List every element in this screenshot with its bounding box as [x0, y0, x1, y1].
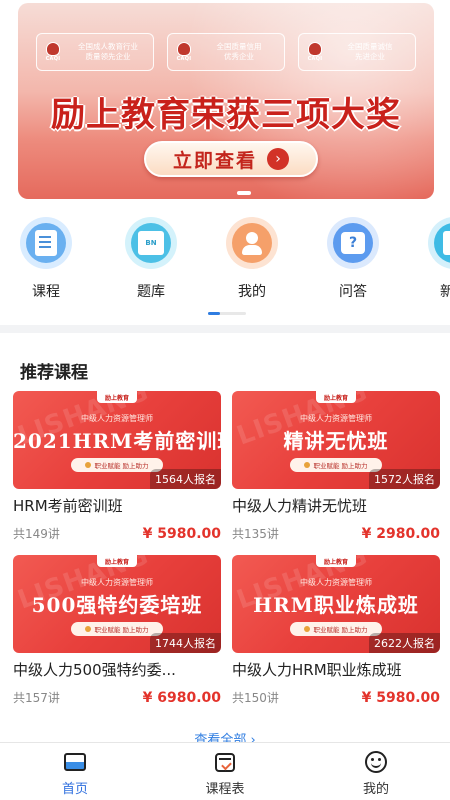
view-now-label: 立即查看: [172, 149, 257, 172]
course-price: ¥ 6980.00: [142, 689, 221, 706]
enrolled-count: 1572人报名: [369, 469, 440, 489]
enrolled-count: 2622人报名: [369, 633, 440, 653]
thumb-subtitle: 中级人力资源管理师: [300, 414, 372, 423]
enrolled-count: 1564人报名: [150, 469, 221, 489]
arrow-right-icon: ›: [267, 148, 289, 170]
view-now-button[interactable]: 立即查看 ›: [144, 141, 318, 177]
lesson-count: 共150讲: [232, 691, 279, 705]
question-bank-icon: BN: [125, 217, 177, 269]
enrolled-count: 1744人报名: [150, 633, 221, 653]
category-course[interactable]: 课程: [16, 217, 76, 301]
category-scroll-indicator: [208, 312, 246, 315]
course-thumbnail: LISHANG 励上教育 中级人力资源管理师 500强特约委培班 职业赋能 励上…: [13, 555, 221, 653]
brand-logo: 励上教育: [316, 391, 356, 403]
caqi-logo-icon: CAQI: [173, 39, 195, 65]
course-card[interactable]: LISHANG 励上教育 中级人力资源管理师 500强特约委培班 职业赋能 励上…: [13, 555, 221, 706]
lesson-count: 共149讲: [13, 527, 60, 541]
brand-logo: 励上教育: [316, 555, 356, 567]
thumb-slogan: 职业赋能 励上助力: [290, 458, 382, 472]
category-label: 我的: [238, 284, 266, 300]
category-label: 题库: [137, 284, 165, 300]
thumb-subtitle: 中级人力资源管理师: [300, 578, 372, 587]
news-icon: [428, 217, 450, 269]
home-icon: [63, 751, 87, 773]
category-label: 课程: [32, 284, 60, 300]
caqi-logo-icon: CAQI: [304, 39, 326, 65]
category-label: 新闻: [440, 284, 450, 300]
category-qa[interactable]: ? 问答: [323, 217, 383, 301]
category-question-bank[interactable]: BN 题库: [121, 217, 181, 301]
course-icon: [20, 217, 72, 269]
schedule-icon: [213, 751, 237, 773]
brand-logo: 励上教育: [97, 391, 137, 403]
thumb-subtitle: 中级人力资源管理师: [81, 578, 153, 587]
tab-home[interactable]: 首页: [35, 751, 115, 797]
category-mine[interactable]: 我的: [222, 217, 282, 301]
award-text: 全国质量诚信 先进企业: [347, 42, 393, 61]
brand-logo: 励上教育: [97, 555, 137, 567]
award-badge: CAQI 全国质量信用 优秀企业: [167, 33, 285, 71]
course-card[interactable]: LISHANG 励上教育 中级人力资源管理师 HRM职业炼成班 职业赋能 励上助…: [232, 555, 440, 706]
thumb-title: 500强特约委培班: [31, 593, 203, 617]
course-name: 中级人力500强特约委...: [13, 661, 176, 679]
tab-label: 我的: [362, 782, 389, 797]
thumb-title: 精讲无忧班: [283, 429, 389, 453]
category-row: 课程 BN 题库 我的 ? 问答 新闻: [0, 205, 450, 325]
award-badges: CAQI 全国成人教育行业 质量领先企业 CAQI 全国质量信用 优秀企业 CA…: [36, 33, 416, 71]
qa-icon: ?: [327, 217, 379, 269]
award-badge: CAQI 全国成人教育行业 质量领先企业: [36, 33, 154, 71]
course-card[interactable]: LISHANG 励上教育 中级人力资源管理师 2021HRM考前密训班 职业赋能…: [13, 391, 221, 542]
award-text: 全国成人教育行业 质量领先企业: [78, 42, 138, 61]
smile-icon: [364, 751, 388, 773]
course-name: 中级人力HRM职业炼成班: [232, 661, 402, 679]
user-icon: [226, 217, 278, 269]
award-text: 全国质量信用 优秀企业: [216, 42, 262, 61]
course-thumbnail: LISHANG 励上教育 中级人力资源管理师 HRM职业炼成班 职业赋能 励上助…: [232, 555, 440, 653]
thumb-slogan: 职业赋能 励上助力: [71, 622, 163, 636]
tab-schedule[interactable]: 课程表: [185, 751, 265, 797]
bottom-tab-bar: 首页 课程表 我的: [0, 742, 450, 800]
course-card[interactable]: LISHANG 励上教育 中级人力资源管理师 精讲无忧班 职业赋能 励上助力 1…: [232, 391, 440, 542]
lesson-count: 共135讲: [232, 527, 279, 541]
thumb-slogan: 职业赋能 励上助力: [290, 622, 382, 636]
banner-area: CAQI 全国成人教育行业 质量领先企业 CAQI 全国质量信用 优秀企业 CA…: [0, 0, 450, 205]
promo-banner[interactable]: CAQI 全国成人教育行业 质量领先企业 CAQI 全国质量信用 优秀企业 CA…: [18, 3, 434, 199]
lesson-count: 共157讲: [13, 691, 60, 705]
thumb-subtitle: 中级人力资源管理师: [81, 414, 153, 423]
thumb-slogan: 职业赋能 励上助力: [71, 458, 163, 472]
course-thumbnail: LISHANG 励上教育 中级人力资源管理师 2021HRM考前密训班 职业赋能…: [13, 391, 221, 489]
tab-label: 首页: [61, 782, 88, 797]
course-name: 中级人力精讲无忧班: [232, 497, 368, 515]
course-name: HRM考前密训班: [13, 497, 123, 515]
tab-label: 课程表: [205, 782, 245, 797]
course-price: ¥ 5980.00: [142, 525, 221, 542]
category-news[interactable]: 新闻: [424, 217, 450, 301]
thumb-title: HRM职业炼成班: [253, 593, 419, 617]
course-thumbnail: LISHANG 励上教育 中级人力资源管理师 精讲无忧班 职业赋能 励上助力 1…: [232, 391, 440, 489]
section-divider: [0, 325, 450, 333]
category-label: 问答: [339, 284, 367, 300]
course-price: ¥ 2980.00: [361, 525, 440, 542]
course-price: ¥ 5980.00: [361, 689, 440, 706]
recommend-section-title: 推荐课程: [20, 363, 88, 383]
thumb-title: 2021HRM考前密训班: [13, 429, 221, 453]
tab-mine[interactable]: 我的: [336, 751, 416, 797]
banner-title: 励上教育荣获三项大奖: [51, 95, 401, 135]
caqi-logo-icon: CAQI: [42, 39, 64, 65]
award-badge: CAQI 全国质量诚信 先进企业: [298, 33, 416, 71]
app-page: CAQI 全国成人教育行业 质量领先企业 CAQI 全国质量信用 优秀企业 CA…: [0, 0, 450, 800]
banner-pagination-dot: [237, 191, 251, 195]
